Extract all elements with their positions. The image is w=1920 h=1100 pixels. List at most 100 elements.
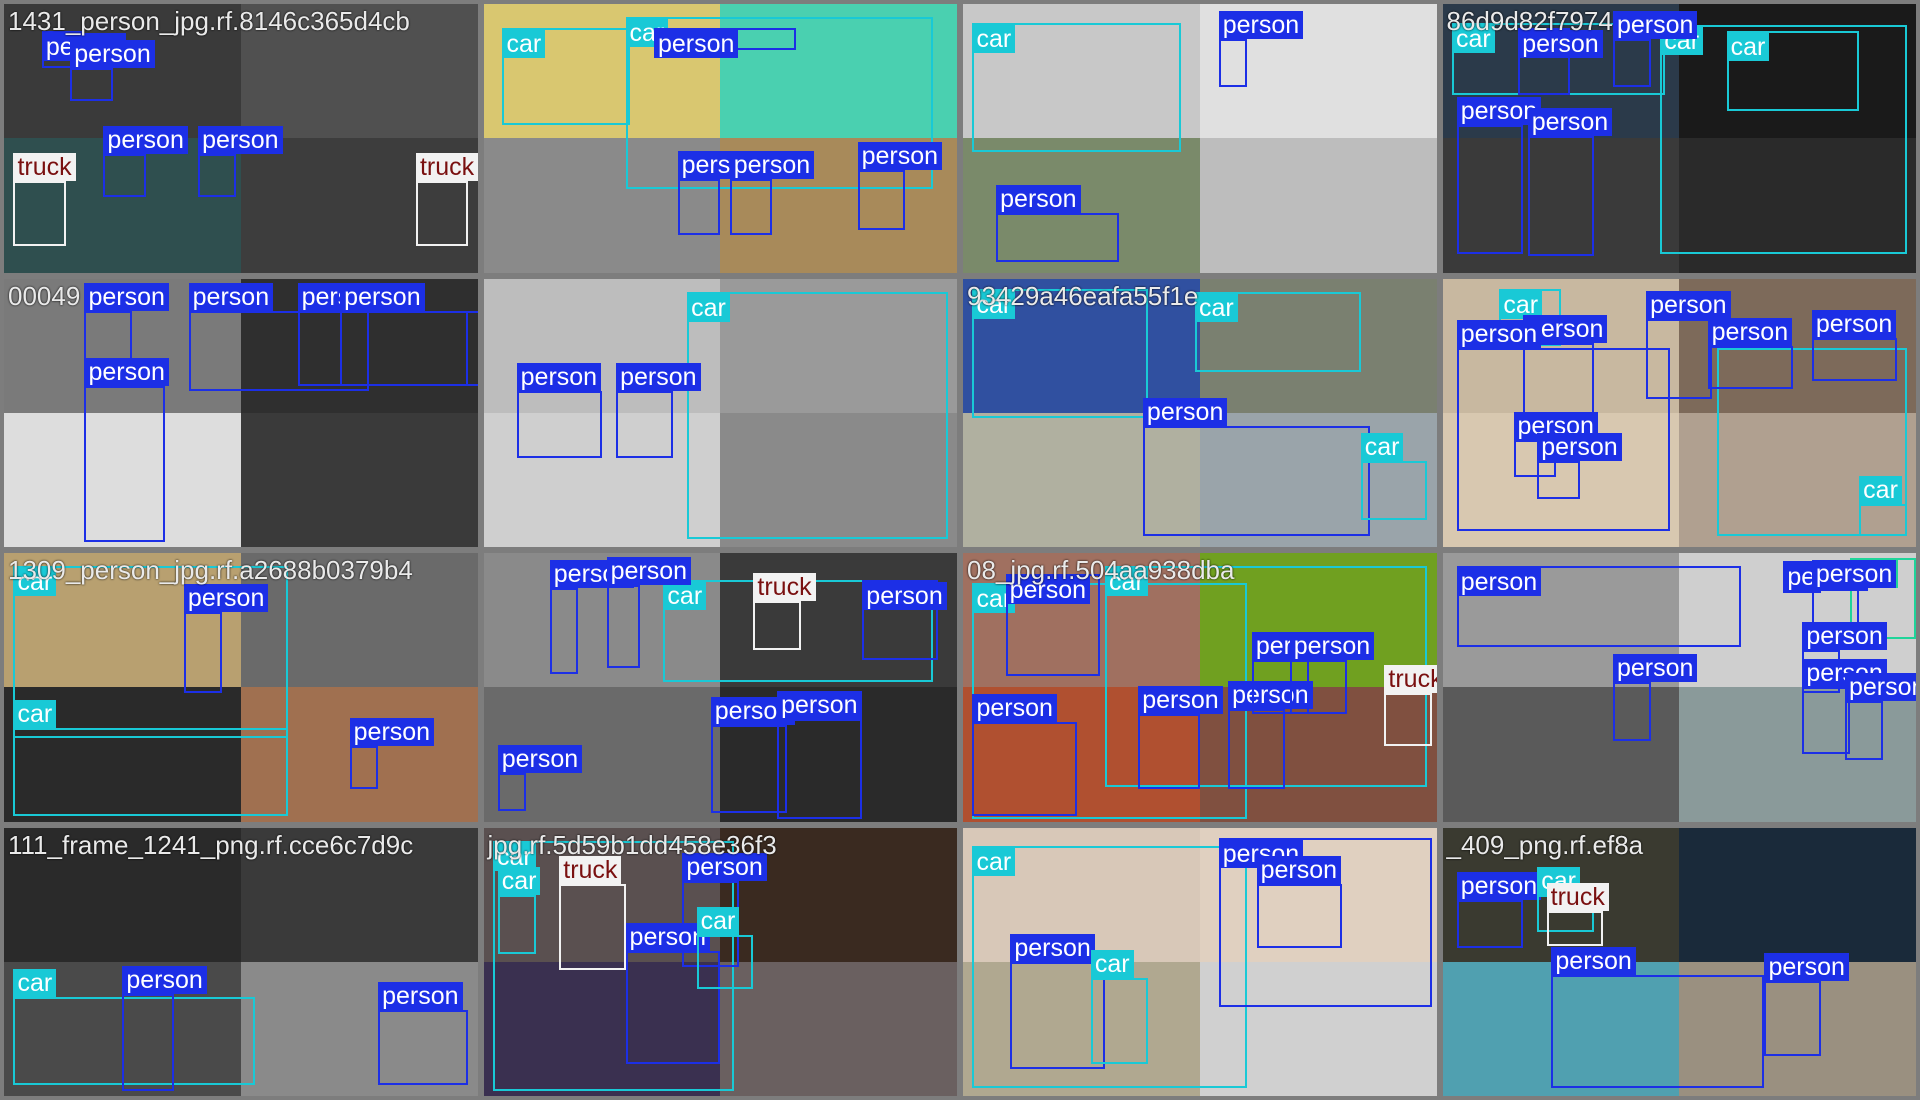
class-label: truck <box>1546 882 1609 911</box>
class-label: person <box>1551 947 1636 976</box>
person-bounding-box: person <box>857 142 943 230</box>
person-bounding-box: person <box>122 965 207 1091</box>
car-bounding-box: car <box>972 22 1181 152</box>
class-label: car <box>497 866 541 895</box>
person-bounding-box: person <box>1527 107 1613 257</box>
class-label: person <box>653 30 739 59</box>
mosaic-tile: carpersonpersonpersoncarpersonpersonpers… <box>1442 278 1916 547</box>
class-label: person <box>1456 568 1542 597</box>
class-label: person <box>996 185 1081 214</box>
person-bounding-box: person <box>549 559 635 674</box>
class-label: person <box>183 584 269 613</box>
class-label: person <box>972 694 1057 723</box>
person-bounding-box: person <box>1802 659 1887 755</box>
class-label: person <box>198 126 283 155</box>
person-bounding-box: person <box>378 982 469 1086</box>
image-quadrant <box>1679 827 1916 962</box>
class-label: person <box>1811 309 1897 338</box>
person-bounding-box: person <box>616 363 701 459</box>
mosaic-tile: car car person person person person <box>483 4 957 273</box>
car-bounding-box: car <box>696 906 754 989</box>
class-label: car <box>696 906 740 935</box>
mosaic-tile: 1309_person_jpg.rf.a2688b0379b4car person… <box>4 553 478 822</box>
person-bounding-box: person <box>1612 653 1698 741</box>
class-label: person <box>1527 107 1613 136</box>
image-filename: 86d9d82f7974 <box>1446 6 1613 36</box>
class-label: person <box>1646 290 1731 319</box>
mosaic-tile: _409_png.rf.ef8a person car truck person pers… <box>1442 827 1916 1096</box>
person-bounding-box: person <box>1646 290 1731 400</box>
person-bounding-box: person <box>1764 952 1849 1056</box>
car-bounding-box: car <box>1195 291 1361 373</box>
class-label: person <box>349 718 435 747</box>
person-bounding-box: person <box>198 126 283 198</box>
class-label: car <box>1726 32 1770 61</box>
class-label: car <box>687 293 730 322</box>
class-label: person <box>1764 952 1849 981</box>
car-bounding-box: car <box>502 28 631 125</box>
mosaic-tile: person car person truck person person person pe… <box>483 553 957 822</box>
person-bounding-box: person <box>70 40 155 101</box>
class-label: car <box>502 30 546 59</box>
class-label: person <box>103 126 188 155</box>
person-bounding-box: person <box>1844 672 1916 760</box>
class-label: person <box>857 142 943 171</box>
class-label: person <box>378 982 463 1011</box>
person-bounding-box: person <box>1518 28 1603 96</box>
truck-bounding-box: truck <box>753 573 816 650</box>
class-label: person <box>1256 855 1342 884</box>
car-bounding-box: car <box>13 699 289 817</box>
mosaic-tile: 1431_person_jpg.rf.8146c365d4cbperson per… <box>4 4 478 273</box>
person-bounding-box: person <box>710 696 796 814</box>
class-label: car <box>972 24 1016 53</box>
person-bounding-box: person <box>1456 871 1542 949</box>
image-filename: jpg.rf.5d59b1dd458e36f3 <box>487 829 777 860</box>
car-bounding-box: car <box>1726 30 1860 112</box>
person-bounding-box: person <box>1811 309 1898 381</box>
truck-bounding-box: truck <box>1384 664 1437 747</box>
class-label: person <box>1802 621 1887 650</box>
class-label: person <box>1844 672 1916 701</box>
person-bounding-box: person <box>606 557 692 669</box>
person-bounding-box: person <box>183 584 269 693</box>
truck-bounding-box: truck <box>559 855 626 970</box>
car-bounding-box: car <box>497 866 541 954</box>
person-bounding-box: person <box>1456 96 1542 254</box>
class-label: car <box>972 848 1016 877</box>
mosaic-tile: car person person person car <box>963 827 1437 1096</box>
mosaic-tile: jpg.rf.5d59b1dd458e36f3 car car truck person… <box>483 827 957 1096</box>
class-label: car <box>1360 433 1404 462</box>
person-bounding-box: person <box>862 579 947 661</box>
class-label: person <box>340 282 425 311</box>
car-bounding-box: car <box>1859 476 1907 537</box>
person-bounding-box: person <box>103 126 188 198</box>
class-label: car <box>13 968 57 997</box>
class-label: person <box>862 581 947 610</box>
class-label: person <box>1612 10 1698 39</box>
person-bounding-box: person <box>1456 566 1741 647</box>
image-filename: 93429a46eafa55f1e <box>967 280 1199 311</box>
class-label: truck <box>13 153 76 182</box>
person-bounding-box: person <box>1228 680 1313 790</box>
class-label: person <box>122 965 207 994</box>
person-bounding-box: person <box>84 357 169 542</box>
class-label: truck <box>415 153 478 182</box>
truck-bounding-box: truck <box>1546 882 1609 946</box>
mosaic-tile: car person person <box>483 278 957 547</box>
image-filename: 1431_person_jpg.rf.8146c365d4cb <box>8 6 410 36</box>
class-label: person <box>616 363 701 392</box>
class-label: person <box>1138 686 1223 715</box>
image-quadrant <box>1199 138 1437 273</box>
class-label: person <box>1537 433 1622 462</box>
class-label: car <box>663 581 707 610</box>
person-bounding-box: person <box>340 282 478 386</box>
image-filename: 1309_person_jpg.rf.a2688b0379b4 <box>8 555 413 585</box>
class-label: person <box>1456 320 1542 349</box>
person-bounding-box: person <box>777 691 863 819</box>
class-label: person <box>1142 398 1228 427</box>
mosaic-tile: 93429a46eafa55f1e car car person car <box>963 278 1437 547</box>
person-bounding-box: person <box>1256 855 1342 949</box>
class-label: person <box>497 745 583 774</box>
class-label: car <box>1195 293 1238 322</box>
class-label: person <box>1289 632 1375 661</box>
